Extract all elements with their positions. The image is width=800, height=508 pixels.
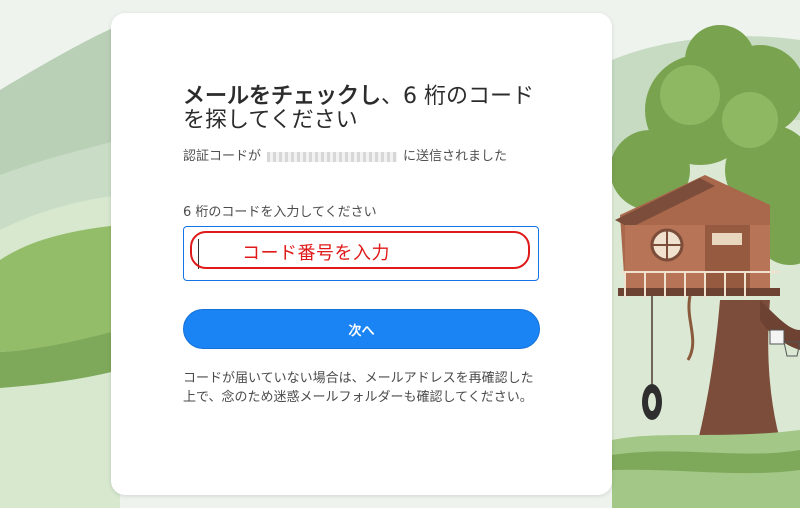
code-sent-message: 認証コードが に送信されました <box>183 147 543 166</box>
verification-card: メールをチェックし、6 桁のコードを探してください 認証コードが に送信されました… <box>111 13 612 495</box>
next-button[interactable]: 次へ <box>183 309 540 349</box>
code-field-label: 6 桁のコードを入力してください <box>183 205 377 220</box>
masked-email <box>267 151 398 162</box>
title-bold: メールをチェックし <box>183 84 382 109</box>
help-text: コードが届いていない場合は、メールアドレスを再確認した上で、念のため迷惑メールフ… <box>183 371 534 405</box>
sent-suffix: に送信されました <box>403 149 508 164</box>
page-title: メールをチェックし、6 桁のコードを探してください <box>183 85 543 133</box>
code-input[interactable]: コード番号を入力 <box>183 226 539 281</box>
annotation-text: コード番号を入力 <box>242 243 390 264</box>
text-caret <box>198 239 199 269</box>
sent-prefix: 認証コードが <box>183 149 262 164</box>
